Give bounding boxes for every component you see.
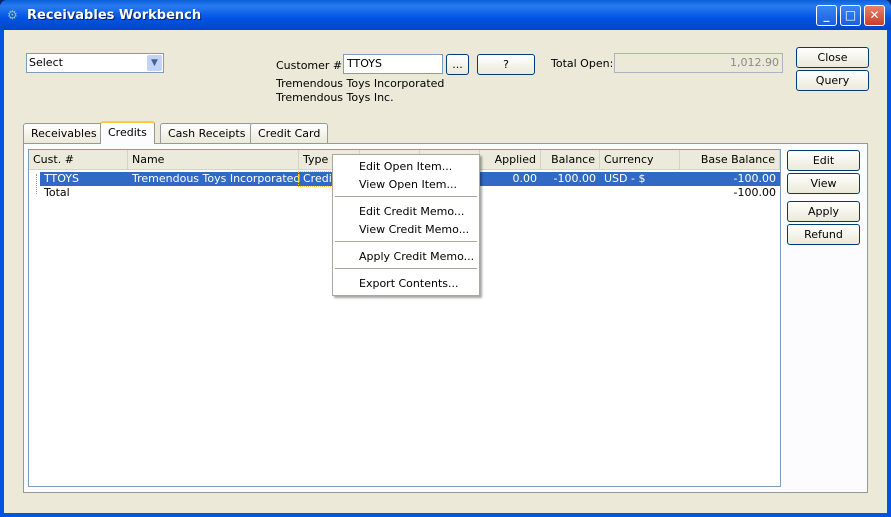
- refund-button[interactable]: Refund: [787, 224, 860, 245]
- help-button[interactable]: ?: [477, 54, 535, 75]
- chevron-down-icon[interactable]: ▼: [147, 55, 162, 71]
- column-header-base-balance[interactable]: Base Balance: [680, 150, 780, 170]
- cell-balance: -100.00: [553, 172, 596, 185]
- column-header-balance[interactable]: Balance: [541, 150, 600, 170]
- total-row-label[interactable]: Total: [40, 186, 74, 200]
- total-open-value: 1,012.90: [614, 53, 783, 73]
- menu-separator: [335, 268, 477, 270]
- total-base-balance: -100.00: [733, 186, 776, 199]
- context-menu: Edit Open Item... View Open Item... Edit…: [332, 154, 480, 296]
- window: ⚙ Receivables Workbench _ □ ✕ Select ▼ C…: [0, 0, 891, 517]
- cell-currency: USD - $: [604, 172, 646, 185]
- tab-cash-receipts[interactable]: Cash Receipts: [160, 123, 254, 143]
- column-header-currency[interactable]: Currency: [600, 150, 680, 170]
- title-bar: ⚙ Receivables Workbench _ □ ✕: [0, 0, 891, 30]
- app-icon: ⚙: [7, 8, 18, 22]
- view-button[interactable]: View: [787, 173, 860, 194]
- column-header-cust[interactable]: Cust. #: [29, 150, 128, 170]
- menu-item-export-contents[interactable]: Export Contents...: [359, 277, 458, 290]
- edit-button[interactable]: Edit: [787, 150, 860, 171]
- cell-cust: TTOYS: [44, 172, 80, 185]
- cell-base-balance: -100.00: [733, 172, 776, 185]
- menu-separator: [335, 241, 477, 243]
- tab-receivables[interactable]: Receivables: [23, 123, 105, 143]
- column-header-applied[interactable]: Applied: [480, 150, 541, 170]
- minimize-button[interactable]: _: [816, 5, 837, 26]
- query-button[interactable]: Query: [796, 70, 869, 91]
- total-open-label: Total Open:: [551, 57, 614, 70]
- filter-select[interactable]: Select ▼: [26, 53, 164, 73]
- window-title: Receivables Workbench: [27, 8, 202, 23]
- menu-item-edit-open-item[interactable]: Edit Open Item...: [359, 160, 452, 173]
- cell-applied: 0.00: [512, 172, 538, 185]
- tree-line: [36, 174, 37, 194]
- close-window-button[interactable]: ✕: [864, 5, 885, 26]
- customer-name: Tremendous Toys Incorporated: [276, 77, 445, 90]
- maximize-button[interactable]: □: [840, 5, 861, 26]
- tab-credits[interactable]: Credits: [100, 121, 155, 144]
- customer-lookup-button[interactable]: ...: [446, 54, 469, 75]
- menu-item-view-credit-memo[interactable]: View Credit Memo...: [359, 223, 469, 236]
- customer-label: Customer #:: [276, 59, 346, 72]
- tab-credit-card[interactable]: Credit Card: [250, 123, 329, 143]
- apply-button[interactable]: Apply: [787, 201, 860, 222]
- close-button[interactable]: Close: [796, 47, 869, 68]
- customer-alt-name: Tremendous Toys Inc.: [276, 91, 394, 104]
- menu-item-view-open-item[interactable]: View Open Item...: [359, 178, 457, 191]
- menu-item-edit-credit-memo[interactable]: Edit Credit Memo...: [359, 205, 464, 218]
- menu-separator: [335, 196, 477, 198]
- column-header-name[interactable]: Name: [128, 150, 299, 170]
- menu-item-apply-credit-memo[interactable]: Apply Credit Memo...: [359, 250, 474, 263]
- customer-input[interactable]: TTOYS: [343, 54, 443, 74]
- cell-name: Tremendous Toys Incorporated: [132, 172, 301, 185]
- filter-select-value: Select: [29, 56, 63, 69]
